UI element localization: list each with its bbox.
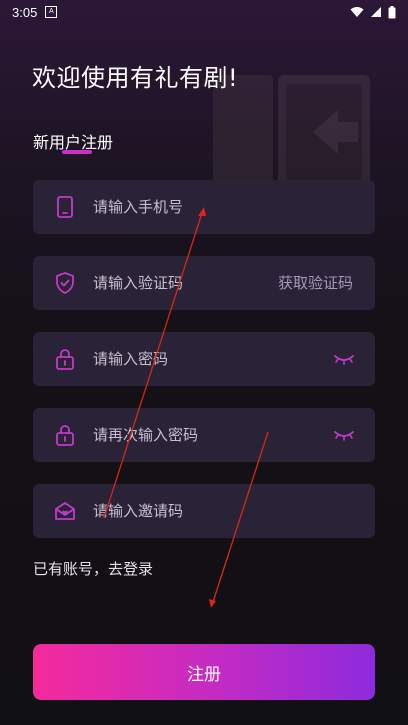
status-time: 3:05 <box>12 4 38 20</box>
status-bar: 3:05 A <box>0 0 408 24</box>
annotation-arrowhead-down <box>209 599 216 608</box>
wifi-icon <box>350 7 364 17</box>
status-icons <box>350 5 396 19</box>
subtitle-underline <box>62 150 92 154</box>
invite-code-field[interactable]: 请输入邀请码 <box>33 484 375 538</box>
verification-code-field[interactable]: 请输入验证码 获取验证码 <box>33 256 375 310</box>
password-placeholder: 请输入密码 <box>93 350 169 368</box>
lock-icon <box>56 349 74 370</box>
phone-field[interactable]: 请输入手机号 <box>33 180 375 234</box>
login-link[interactable]: 已有账号，去登录 <box>33 558 153 579</box>
code-placeholder: 请输入验证码 <box>93 274 184 292</box>
shield-check-icon <box>56 272 74 294</box>
envelope-heart-icon <box>55 502 75 520</box>
signal-icon <box>371 7 381 17</box>
lock-icon <box>56 425 74 446</box>
password-field[interactable]: 请输入密码 <box>33 332 375 386</box>
eye-closed-icon[interactable] <box>333 426 355 444</box>
eye-closed-icon[interactable] <box>333 350 355 368</box>
phone-placeholder: 请输入手机号 <box>93 198 184 216</box>
get-code-button[interactable]: 获取验证码 <box>278 256 353 310</box>
invite-code-placeholder: 请输入邀请码 <box>93 502 184 520</box>
notification-icon: A <box>45 6 58 18</box>
confirm-password-field[interactable]: 请再次输入密码 <box>33 408 375 462</box>
confirm-password-placeholder: 请再次输入密码 <box>93 426 199 444</box>
phone-icon <box>57 196 73 218</box>
battery-icon <box>388 5 396 18</box>
register-button[interactable]: 注册 <box>33 644 375 700</box>
welcome-title: 欢迎使用有礼有剧! <box>32 64 239 92</box>
